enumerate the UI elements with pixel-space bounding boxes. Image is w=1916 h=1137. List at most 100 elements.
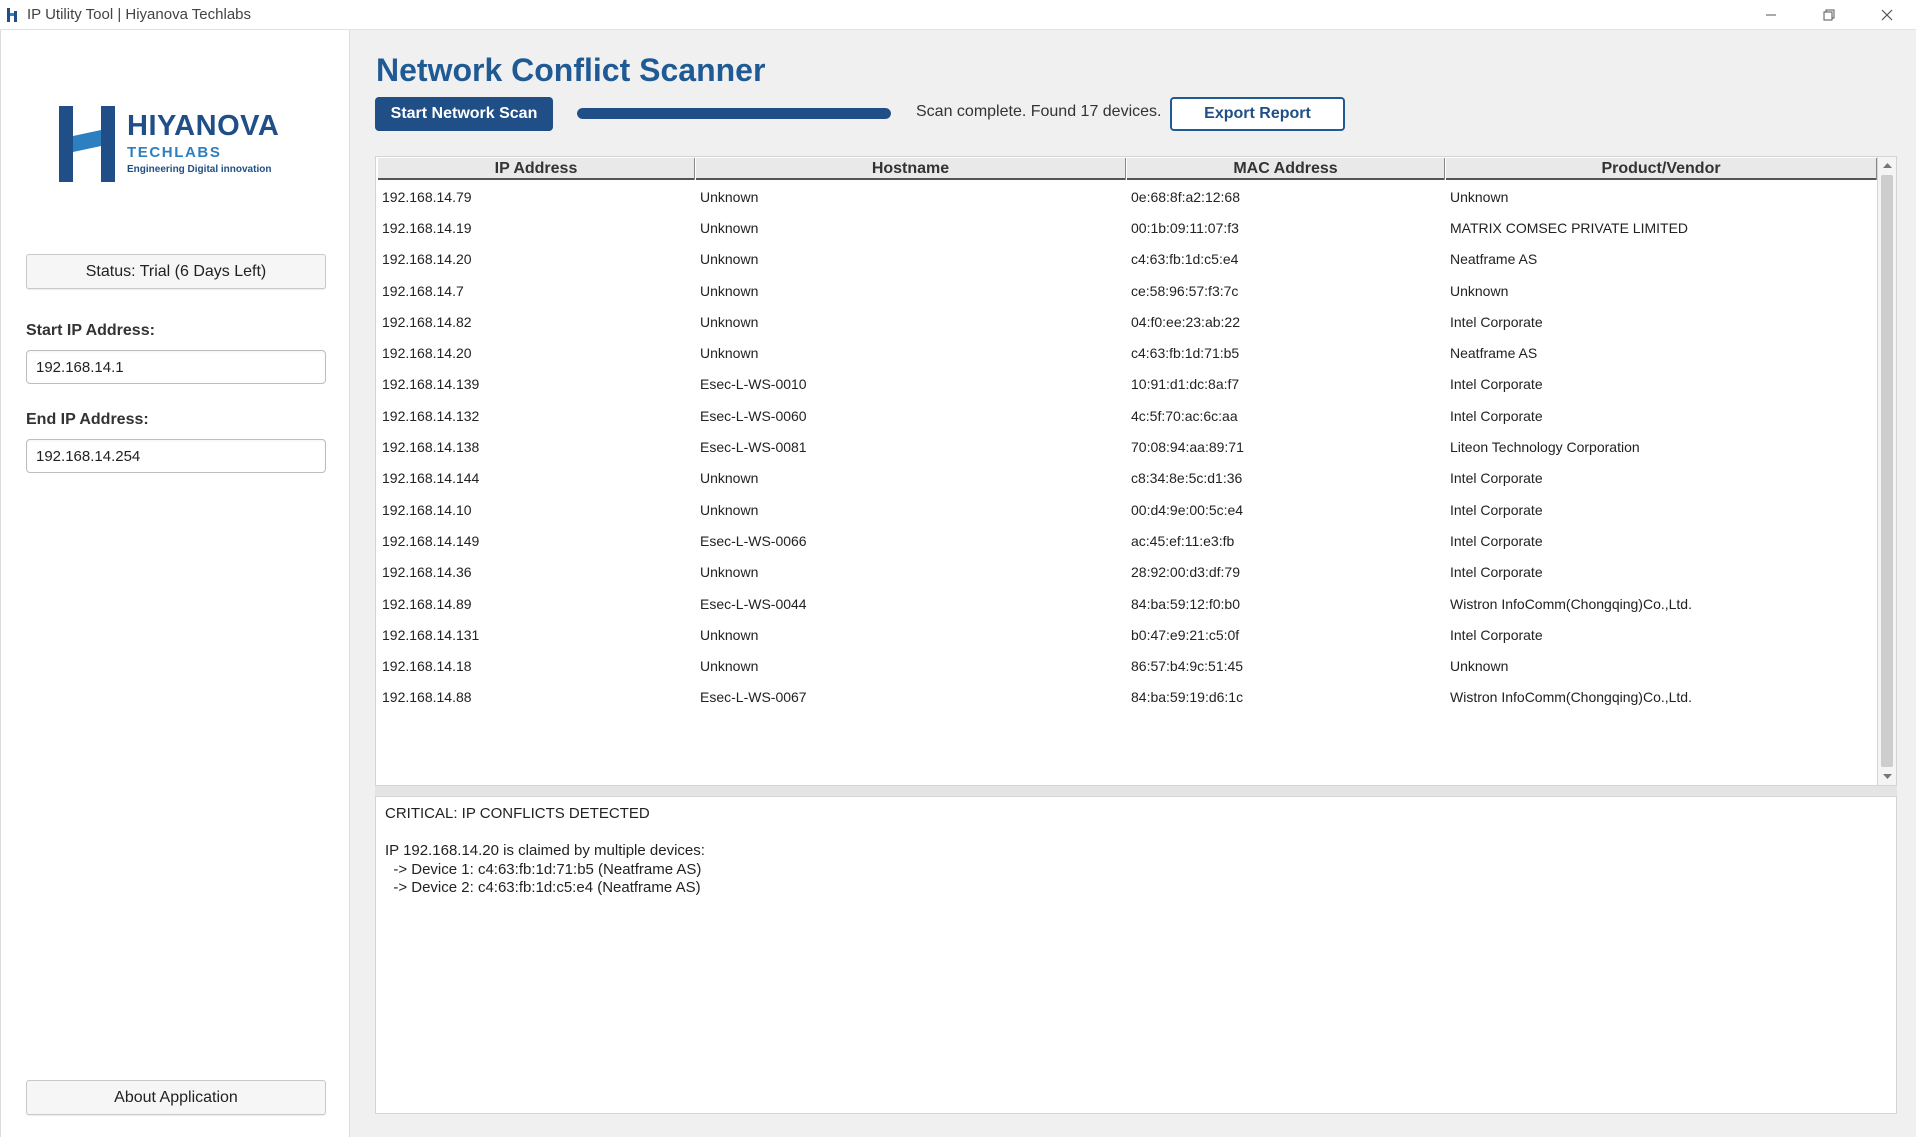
sidebar: HIYANOVA TECHLABS Engineering Digital in… (0, 30, 350, 1137)
table-body: 192.168.14.79 Unknown 0e:68:8f:a2:12:68 Unk… (377, 181, 1877, 713)
cell-hostname: Esec-L-WS-0081 (700, 439, 807, 456)
table-row[interactable]: 192.168.14.131 Unknown b0:47:e9:21:c5:0f In… (377, 619, 1877, 650)
cell-hostname: Esec-L-WS-0060 (700, 407, 807, 424)
cell-mac: c4:63:fb:1d:c5:e4 (1131, 251, 1239, 268)
start-ip-input[interactable] (26, 350, 326, 384)
cell-mac: 84:ba:59:12:f0:b0 (1131, 595, 1240, 612)
start-scan-button[interactable]: Start Network Scan (375, 97, 553, 131)
column-header-ip[interactable]: IP Address (377, 158, 695, 180)
log-line: -> Device 1: c4:63:fb:1d:71:b5 (Neatfram… (385, 860, 702, 878)
app-icon (7, 8, 17, 22)
scan-progress-fill (577, 108, 891, 119)
brand-name: HIYANOVA (127, 110, 280, 142)
cell-ip: 192.168.14.19 (382, 219, 472, 236)
scroll-down-icon[interactable] (1882, 771, 1893, 782)
page-title: Network Conflict Scanner (376, 52, 766, 88)
cell-ip: 192.168.14.149 (382, 532, 480, 549)
log-line: IP 192.168.14.20 is claimed by multiple … (385, 842, 705, 859)
cell-hostname: Esec-L-WS-0067 (700, 689, 807, 706)
cell-mac: c8:34:8e:5c:d1:36 (1131, 470, 1243, 487)
cell-vendor: Wistron InfoComm(Chongqing)Co.,Ltd. (1450, 689, 1692, 706)
table-row[interactable]: 192.168.14.20 Unknown c4:63:fb:1d:c5:e4 Nea… (377, 244, 1877, 275)
column-header-hostname[interactable]: Hostname (695, 158, 1126, 180)
table-row[interactable]: 192.168.14.89 Esec-L-WS-0044 84:ba:59:12:f… (377, 588, 1877, 619)
table-row[interactable]: 192.168.14.10 Unknown 00:d4:9e:00:5c:e4 Int… (377, 494, 1877, 525)
cell-mac: b0:47:e9:21:c5:0f (1131, 626, 1240, 643)
cell-ip: 192.168.14.144 (382, 470, 480, 487)
cell-vendor: Unknown (1450, 282, 1509, 299)
about-button[interactable]: About Application (26, 1080, 326, 1115)
license-status-button[interactable]: Status: Trial (6 Days Left) (26, 254, 326, 289)
cell-hostname: Unknown (700, 345, 759, 362)
cell-vendor: Intel Corporate (1450, 626, 1543, 643)
cell-vendor: Intel Corporate (1450, 376, 1543, 393)
cell-hostname: Unknown (700, 470, 759, 487)
cell-ip: 192.168.14.82 (382, 313, 472, 330)
table-scrollbar[interactable] (1877, 157, 1896, 785)
cell-hostname: Esec-L-WS-0044 (700, 595, 807, 612)
brand-logo: HIYANOVA TECHLABS Engineering Digital in… (59, 106, 299, 212)
scrollbar-thumb[interactable] (1881, 175, 1893, 767)
cell-mac: 28:92:00:d3:df:79 (1131, 564, 1240, 581)
column-header-vendor[interactable]: Product/Vendor (1445, 158, 1877, 180)
minimize-button[interactable] (1742, 0, 1800, 30)
cell-vendor: Intel Corporate (1450, 532, 1543, 549)
end-ip-label: End IP Address: (26, 411, 149, 428)
cell-ip: 192.168.14.20 (382, 251, 472, 268)
close-button[interactable] (1858, 0, 1916, 30)
restore-button[interactable] (1800, 0, 1858, 30)
cell-ip: 192.168.14.88 (382, 689, 472, 706)
cell-hostname: Unknown (700, 313, 759, 330)
cell-mac: 04:f0:ee:23:ab:22 (1131, 313, 1240, 330)
scan-status-text: Scan complete. Found 17 devices. (916, 103, 1162, 120)
panel-divider (375, 786, 1897, 796)
cell-mac: 0e:68:8f:a2:12:68 (1131, 188, 1240, 205)
device-table: IP Address Hostname MAC Address Product/… (375, 156, 1897, 786)
logo-mark-icon (59, 106, 115, 182)
table-row[interactable]: 192.168.14.138 Esec-L-WS-0081 70:08:94:aa:… (377, 431, 1877, 462)
log-line: -> Device 2: c4:63:fb:1d:c5:e4 (Neatfram… (385, 879, 701, 896)
cell-hostname: Unknown (700, 219, 759, 236)
table-row[interactable]: 192.168.14.82 Unknown 04:f0:ee:23:ab:22 Int… (377, 306, 1877, 337)
cell-mac: 70:08:94:aa:89:71 (1131, 439, 1244, 456)
table-row[interactable]: 192.168.14.7 Unknown ce:58:96:57:f3:7c Unkn… (377, 275, 1877, 306)
cell-hostname: Esec-L-WS-0010 (700, 376, 807, 393)
cell-ip: 192.168.14.36 (382, 564, 472, 581)
conflict-log-panel: CRITICAL: IP CONFLICTS DETECTED IP 192.16… (375, 796, 1897, 1114)
cell-hostname: Unknown (700, 501, 759, 518)
cell-mac: c4:63:fb:1d:71:b5 (1131, 345, 1240, 362)
cell-ip: 192.168.14.7 (382, 282, 464, 299)
cell-ip: 192.168.14.132 (382, 407, 480, 424)
table-row[interactable]: 192.168.14.79 Unknown 0e:68:8f:a2:12:68 Unk… (377, 181, 1877, 212)
scroll-up-icon[interactable] (1882, 160, 1893, 171)
cell-mac: 00:1b:09:11:07:f3 (1131, 219, 1239, 236)
cell-ip: 192.168.14.138 (382, 439, 480, 456)
table-row[interactable]: 192.168.14.18 Unknown 86:57:b4:9c:51:45 Unk… (377, 650, 1877, 681)
cell-vendor: Unknown (1450, 188, 1509, 205)
cell-vendor: Intel Corporate (1450, 501, 1543, 518)
cell-ip: 192.168.14.79 (382, 188, 472, 205)
table-row[interactable]: 192.168.14.88 Esec-L-WS-0067 84:ba:59:19:d… (377, 682, 1877, 713)
table-row[interactable]: 192.168.14.139 Esec-L-WS-0010 10:91:d1:dc:… (377, 369, 1877, 400)
cell-vendor: Intel Corporate (1450, 564, 1543, 581)
log-line: CRITICAL: IP CONFLICTS DETECTED (385, 805, 650, 822)
end-ip-input[interactable] (26, 439, 326, 473)
table-row[interactable]: 192.168.14.144 Unknown c8:34:8e:5c:d1:36 In… (377, 463, 1877, 494)
cell-vendor: MATRIX COMSEC PRIVATE LIMITED (1450, 219, 1689, 236)
table-row[interactable]: 192.168.14.149 Esec-L-WS-0066 ac:45:ef:11:… (377, 525, 1877, 556)
table-row[interactable]: 192.168.14.20 Unknown c4:63:fb:1d:71:b5 Nea… (377, 337, 1877, 368)
table-row[interactable]: 192.168.14.19 Unknown 00:1b:09:11:07:f3 MAT… (377, 212, 1877, 243)
cell-vendor: Wistron InfoComm(Chongqing)Co.,Ltd. (1450, 595, 1692, 612)
cell-mac: ac:45:ef:11:e3:fb (1131, 532, 1235, 549)
cell-ip: 192.168.14.131 (382, 626, 480, 643)
cell-mac: 00:d4:9e:00:5c:e4 (1131, 501, 1244, 518)
column-header-mac[interactable]: MAC Address (1126, 158, 1445, 180)
table-row[interactable]: 192.168.14.36 Unknown 28:92:00:d3:df:79 Int… (377, 557, 1877, 588)
cell-mac: 4c:5f:70:ac:6c:aa (1131, 407, 1238, 424)
export-report-button[interactable]: Export Report (1170, 97, 1345, 131)
start-ip-label: Start IP Address: (26, 322, 155, 339)
table-row[interactable]: 192.168.14.132 Esec-L-WS-0060 4c:5f:70:ac:… (377, 400, 1877, 431)
cell-hostname: Unknown (700, 188, 759, 205)
cell-vendor: Intel Corporate (1450, 470, 1543, 487)
